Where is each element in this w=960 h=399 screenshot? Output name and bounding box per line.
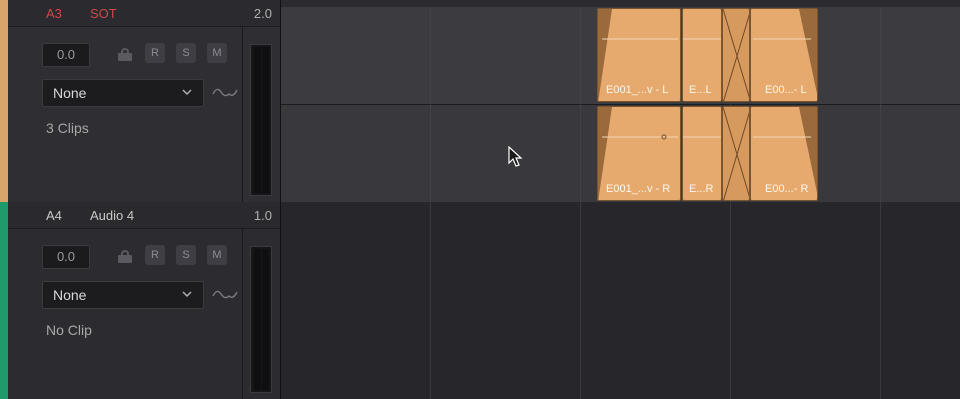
clip-count: No Clip: [46, 322, 92, 338]
volume-field[interactable]: 0.0: [42, 43, 90, 67]
timeline-window: A3 SOT 2.0 0.0 R S M None 3 Clips A4 Aud: [0, 0, 960, 399]
track-header-a3: A3 SOT 2.0 0.0 R S M None 3 Clips: [8, 0, 281, 202]
volume-field[interactable]: 0.0: [42, 245, 90, 269]
track-level: 2.0: [253, 6, 272, 21]
solo-button[interactable]: S: [176, 245, 196, 265]
mute-button[interactable]: M: [207, 245, 227, 265]
waveform-icon[interactable]: [212, 286, 238, 302]
lock-icon[interactable]: [118, 250, 132, 263]
input-select-value: None: [53, 85, 87, 101]
chevron-down-icon: [182, 291, 192, 298]
lock-icon[interactable]: [118, 48, 132, 61]
audio-meter: [250, 246, 272, 393]
clip-label: E00...- R: [765, 183, 809, 195]
input-select-value: None: [53, 287, 87, 303]
track-title-row: A3 SOT 2.0: [8, 0, 280, 27]
audio-meter: [250, 44, 272, 196]
record-arm-button[interactable]: R: [145, 43, 165, 63]
track-level: 1.0: [253, 208, 272, 223]
clip-label: E...R: [689, 183, 714, 195]
track-title-row: A4 Audio 4 1.0: [8, 202, 280, 229]
track-header-a4: A4 Audio 4 1.0 0.0 R S M None No Clip: [8, 202, 281, 399]
input-select[interactable]: None: [42, 281, 204, 309]
audio-clip[interactable]: E...L: [682, 8, 722, 102]
audio-clip[interactable]: [722, 8, 750, 102]
timeline-lane-a4[interactable]: [281, 202, 960, 399]
clip-label: E00...- L: [765, 84, 807, 96]
audio-clip[interactable]: E001_...v - R: [597, 106, 681, 201]
clip-count: 3 Clips: [46, 120, 89, 136]
mute-button[interactable]: M: [207, 43, 227, 63]
track-name[interactable]: SOT: [90, 6, 117, 21]
audio-clip[interactable]: E...R: [682, 106, 722, 201]
audio-clip[interactable]: E001_...v - L: [597, 8, 681, 102]
record-arm-button[interactable]: R: [145, 245, 165, 265]
track-id: A3: [46, 6, 62, 21]
audio-clip[interactable]: E00...- R: [750, 106, 818, 201]
solo-button[interactable]: S: [176, 43, 196, 63]
input-select[interactable]: None: [42, 79, 204, 107]
chevron-down-icon: [182, 89, 192, 96]
track-id: A4: [46, 208, 62, 223]
mouse-cursor-icon: [508, 146, 523, 167]
audio-clip[interactable]: [722, 106, 750, 201]
clip-label: E001_...v - R: [606, 183, 671, 195]
clip-label: E001_...v - L: [606, 84, 669, 96]
audio-clip[interactable]: E00...- L: [750, 8, 818, 102]
waveform-icon[interactable]: [212, 84, 238, 100]
track-color-bar: [0, 0, 8, 202]
track-color-bar: [0, 202, 8, 399]
clip-label: E...L: [689, 84, 712, 96]
track-name[interactable]: Audio 4: [90, 208, 134, 223]
